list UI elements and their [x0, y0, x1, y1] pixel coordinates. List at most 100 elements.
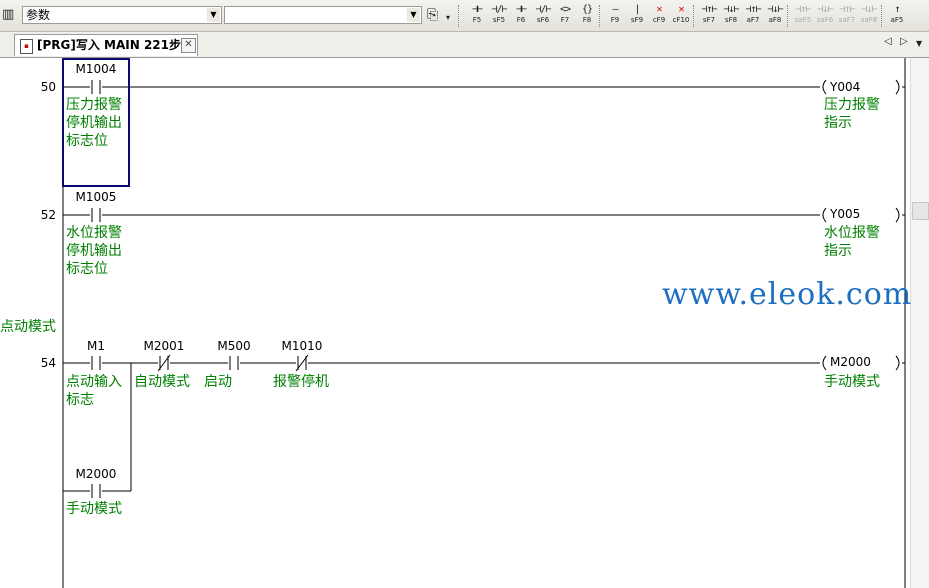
- ladder-symbol-icon: ⊣⊢: [471, 4, 483, 15]
- tab-main-program[interactable]: ▪ [PRG]写入 MAIN 221步 ✕: [14, 34, 198, 56]
- shortcut-key-label: aF7: [746, 16, 760, 24]
- ladder-button-af8[interactable]: ⊣↓⊢ aF8: [764, 4, 786, 28]
- shortcut-key-label: F7: [560, 16, 570, 24]
- ladder-symbol-icon: ⊣↑⊢: [701, 4, 717, 15]
- toolbar-separator: [458, 5, 461, 27]
- find-device-icon[interactable]: ▥: [2, 7, 14, 22]
- ladder-symbol-icon: ⊣↑⊢: [795, 4, 811, 15]
- contact-device-label: M2000: [75, 467, 117, 481]
- ladder-button-sf5[interactable]: ⊣/⊢ sF5: [488, 4, 510, 28]
- coil-comment: 压力报警 指示: [824, 97, 880, 131]
- ladder-button-sf7[interactable]: ⊣↑⊢ sF7: [698, 4, 720, 28]
- vertical-scrollbar[interactable]: [910, 58, 929, 588]
- tab-title: [PRG]写入 MAIN 221步: [37, 38, 181, 52]
- shortcut-key-label: cF9: [652, 16, 666, 24]
- coil-y005-left: [822, 207, 827, 223]
- toolbar-options-icon[interactable]: ▾: [446, 13, 450, 22]
- tab-list-icon[interactable]: ▼: [916, 39, 922, 48]
- ladder-button-saf6[interactable]: ⊣↓⊢ saF6: [814, 4, 836, 28]
- ladder-button-f7[interactable]: <> F7: [554, 4, 576, 28]
- contact-device-label: M500: [217, 339, 251, 353]
- shortcut-key-label: sF6: [536, 16, 550, 24]
- contact-comment: 启动: [204, 374, 232, 390]
- ladder-button-cf9[interactable]: ✕ cF9: [648, 4, 670, 28]
- coil-device-label: M2000: [830, 355, 871, 369]
- parameter-combo[interactable]: 参数 ▼: [22, 6, 222, 24]
- shortcut-key-label: sF5: [492, 16, 506, 24]
- contact-comment: 点动输入 标志: [66, 374, 122, 408]
- chevron-down-icon[interactable]: ▼: [407, 8, 420, 22]
- watermark: www.eleok.com: [662, 277, 913, 312]
- ladder-symbol-icon: ✕: [656, 4, 662, 15]
- ladder-symbol-icon: ⊣↓⊢: [817, 4, 833, 15]
- contact-device-label: M1005: [75, 190, 117, 204]
- device-combo[interactable]: ▼: [224, 6, 422, 24]
- tab-scroll-left-icon[interactable]: ◁: [884, 36, 892, 47]
- chevron-down-icon[interactable]: ▼: [207, 8, 220, 22]
- step-number: 52: [40, 208, 56, 222]
- contact-comment: 手动模式: [66, 501, 122, 517]
- contact-device-label: M1010: [281, 339, 323, 353]
- shortcut-key-label: sF9: [630, 16, 644, 24]
- ladder-button-af7[interactable]: ⊣↑⊢ aF7: [742, 4, 764, 28]
- ladder-symbol-icon: ⊣/⊢: [535, 4, 551, 15]
- shortcut-key-label: F8: [582, 16, 592, 24]
- coil-comment: 手动模式: [824, 374, 880, 390]
- ladder-symbol-icon: ⊣↓⊢: [767, 4, 783, 15]
- contact-device-label: M1004: [75, 62, 117, 76]
- shortcut-key-label: saF8: [860, 16, 878, 24]
- ladder-symbol-icon: ⊣/⊢: [491, 4, 507, 15]
- ladder-symbol-icon: <>: [559, 4, 571, 15]
- step-number: 50: [40, 80, 56, 94]
- coil-comment: 水位报警 指示: [824, 225, 880, 259]
- ladder-button-saf8[interactable]: ⊣↓⊢ saF8: [858, 4, 880, 28]
- contact-comment: 水位报警 停机输出 标志位: [66, 225, 122, 277]
- ladder-button-sf9[interactable]: | sF9: [626, 4, 648, 28]
- shortcut-key-label: sF7: [702, 16, 716, 24]
- coil-m2000-right: [895, 355, 900, 371]
- tab-scroll-right-icon[interactable]: ▷: [900, 36, 908, 47]
- ladder-button-f6[interactable]: ⊣⊢ F6: [510, 4, 532, 28]
- ladder-symbol-icon: ↑: [894, 4, 900, 15]
- coil-device-label: Y005: [830, 207, 861, 221]
- shortcut-key-label: aF8: [768, 16, 782, 24]
- contact-device-label: M2001: [143, 339, 185, 353]
- scrollbar-thumb[interactable]: [912, 202, 929, 220]
- shortcut-key-label: F6: [516, 16, 526, 24]
- step-number: 54: [40, 356, 56, 370]
- coil-device-label: Y004: [830, 80, 861, 94]
- ladder-lines: [62, 58, 906, 588]
- ladder-button-f9[interactable]: — F9: [604, 4, 626, 28]
- ladder-button-saf7[interactable]: ⊣↑⊢ saF7: [836, 4, 858, 28]
- toolbar-separator: [693, 5, 696, 27]
- ladder-button-f8[interactable]: {} F8: [576, 4, 598, 28]
- ladder-symbol-icon: ✕: [678, 4, 684, 15]
- ladder-symbol-icon: |: [634, 4, 640, 15]
- ladder-button-sf8[interactable]: ⊣↓⊢ sF8: [720, 4, 742, 28]
- shortcut-key-label: saF6: [816, 16, 834, 24]
- ladder-symbol-icon: ⊣↓⊢: [861, 4, 877, 15]
- ladder-button-f5[interactable]: ⊣⊢ F5: [466, 4, 488, 28]
- document-icon[interactable]: ⎘: [427, 7, 438, 23]
- ladder-button-cf10[interactable]: ✕ cF10: [670, 4, 692, 28]
- close-icon[interactable]: ✕: [181, 38, 196, 53]
- parameter-combo-value: 参数: [26, 8, 51, 22]
- coil-y005-right: [895, 207, 900, 223]
- shortcut-key-label: saF5: [794, 16, 812, 24]
- ladder-editor[interactable]: 50 M1004 压力报警 停机输出 标志位 Y004 压力报警 指示 52 M…: [0, 58, 929, 588]
- statement-label: 点动模式: [0, 319, 56, 335]
- ladder-button-sf6[interactable]: ⊣/⊢ sF6: [532, 4, 554, 28]
- shortcut-key-label: aF5: [890, 16, 904, 24]
- coil-y004-right: [895, 79, 900, 95]
- coil-m2000-left: [822, 355, 827, 371]
- contact-comment: 报警停机: [273, 374, 329, 390]
- ladder-symbol-icon: ⊣↓⊢: [723, 4, 739, 15]
- toolbar-separator: [881, 5, 884, 27]
- ladder-button-saf5[interactable]: ⊣↑⊢ saF5: [792, 4, 814, 28]
- program-document-icon: ▪: [20, 39, 33, 54]
- tab-bar: ▪ [PRG]写入 MAIN 221步 ✕: [0, 32, 929, 58]
- contact-comment: 自动模式: [134, 374, 190, 390]
- shortcut-key-label: F9: [610, 16, 620, 24]
- ladder-symbol-icon: {}: [581, 4, 593, 15]
- ladder-button-af5[interactable]: ↑ aF5: [886, 4, 908, 28]
